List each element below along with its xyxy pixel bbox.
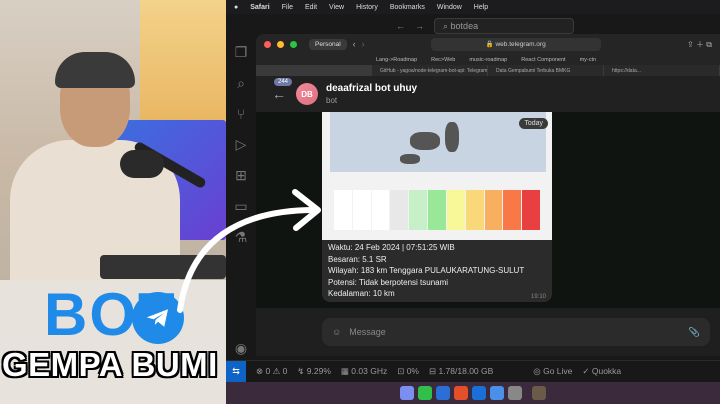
macos-dock bbox=[226, 382, 720, 404]
forward-icon[interactable]: › bbox=[362, 39, 365, 49]
message-line: Potensi: Tidak berpotensi tsunami bbox=[328, 277, 449, 287]
explorer-icon[interactable]: ❐ bbox=[232, 44, 250, 61]
message-line: Waktu: 24 Feb 2024 | 07:51:25 WIB bbox=[328, 243, 455, 252]
lock-icon: 🔒 bbox=[485, 41, 496, 48]
menu-bookmarks[interactable]: Bookmarks bbox=[390, 4, 425, 11]
map-island bbox=[410, 132, 440, 150]
arrow-overlay-icon bbox=[177, 189, 321, 313]
chat-status: bot bbox=[326, 96, 338, 105]
command-center-search[interactable]: ⌕ botdea bbox=[434, 18, 574, 34]
apple-icon[interactable]: ● bbox=[234, 4, 238, 11]
tab-telegram[interactable] bbox=[256, 65, 372, 76]
settings-icon[interactable] bbox=[508, 386, 522, 400]
message-time: 19:10 bbox=[530, 294, 546, 300]
vscode-icon[interactable] bbox=[472, 386, 486, 400]
tab-github[interactable]: GitHub - yagoa/node-telegram-bot-api: Te… bbox=[372, 65, 488, 76]
message-composer[interactable]: ☺ Message 📎 bbox=[322, 318, 710, 346]
browser-toolbar: Personal ‹ › 🔒 web.telegram.org ⇪ ＋ ⧉ bbox=[256, 34, 720, 54]
temperature: ⊡ 0% bbox=[397, 366, 419, 376]
bookmark-item[interactable]: React Component bbox=[521, 57, 565, 63]
message-input[interactable]: Message bbox=[349, 327, 386, 337]
tab-bmkg[interactable]: Data Gempabumi Terbuka BMKG bbox=[488, 65, 604, 76]
tab-data[interactable]: https://data... bbox=[604, 65, 720, 76]
emoji-icon[interactable]: ☺ bbox=[332, 327, 341, 337]
menu-app-safari[interactable]: Safari bbox=[250, 4, 269, 11]
back-icon[interactable]: ‹ bbox=[353, 39, 356, 49]
telegram-chat-header: 244 ← DB deaafrizal bot uhuy bot bbox=[256, 76, 720, 112]
page-tabs: GitHub - yagoa/node-telegram-bot-api: Te… bbox=[256, 65, 720, 76]
macos-menubar: ● Safari File Edit View History Bookmark… bbox=[226, 0, 720, 14]
attach-icon[interactable]: 📎 bbox=[689, 327, 700, 338]
menu-window[interactable]: Window bbox=[437, 4, 462, 11]
message-line: Wilayah: 183 km Tenggara PULAUKARATUNG-S… bbox=[328, 266, 525, 275]
nav-forward-icon[interactable]: → bbox=[415, 21, 424, 31]
safari-icon[interactable] bbox=[490, 386, 504, 400]
map-island bbox=[400, 154, 420, 164]
nav-back-icon[interactable]: ← bbox=[396, 21, 405, 31]
errors-count[interactable]: ⊗ 0 ⚠ 0 bbox=[256, 366, 287, 377]
message-line: Kedalaman: 10 km bbox=[328, 289, 395, 298]
avatar[interactable]: DB bbox=[296, 83, 318, 105]
account-icon[interactable]: ◉ bbox=[232, 340, 250, 357]
whatsapp-icon[interactable] bbox=[418, 386, 432, 400]
go-live-button[interactable]: ◎ Go Live bbox=[533, 366, 572, 377]
zoom-window-button[interactable] bbox=[290, 40, 297, 48]
menu-file[interactable]: File bbox=[282, 4, 293, 11]
source-control-icon[interactable]: ⑂ bbox=[232, 106, 250, 122]
person-hat bbox=[55, 52, 135, 88]
map-island bbox=[445, 122, 459, 152]
cpu-frequency: ▦ 0.03 GHz bbox=[340, 366, 388, 376]
trello-icon[interactable] bbox=[436, 386, 450, 400]
earthquake-map-image[interactable]: Today bbox=[322, 112, 552, 240]
chat-name: deaafrizal bot uhuy bbox=[326, 83, 418, 94]
message-bubble[interactable]: Today Waktu: 24 Feb 2024 | 07:51:25 WIB … bbox=[322, 112, 552, 302]
bookmark-item[interactable]: Lang->Roadmap bbox=[376, 57, 417, 63]
minimize-window-button[interactable] bbox=[277, 40, 284, 48]
finder-icon[interactable] bbox=[400, 386, 414, 400]
intensity-legend bbox=[334, 190, 540, 230]
bookmarks-bar: Lang->Roadmap Rec>Web music-roadmap Reac… bbox=[256, 54, 720, 65]
back-arrow-icon[interactable]: ← bbox=[272, 86, 286, 102]
app-icon[interactable] bbox=[454, 386, 468, 400]
chat-info[interactable]: deaafrizal bot uhuy bot bbox=[318, 83, 417, 105]
search-icon[interactable]: ⌕ bbox=[232, 75, 250, 92]
cpu-usage: ↯ 9.29% bbox=[297, 366, 331, 376]
close-window-button[interactable] bbox=[264, 40, 271, 48]
bookmark-item[interactable]: my-ctn bbox=[580, 57, 597, 63]
profile-button[interactable]: Personal bbox=[309, 38, 347, 50]
unread-badge: 244 bbox=[274, 78, 293, 86]
map-panel bbox=[330, 112, 546, 172]
memory-usage: ⊟ 1.78/18.00 GB bbox=[428, 366, 494, 376]
menu-view[interactable]: View bbox=[329, 4, 344, 11]
bookmark-item[interactable]: Rec>Web bbox=[431, 57, 455, 63]
url-bar[interactable]: 🔒 web.telegram.org bbox=[430, 37, 601, 51]
run-debug-icon[interactable]: ▷ bbox=[232, 136, 250, 153]
screen: BOT GEMPA BUMI ● Safari File Edit View H… bbox=[0, 0, 720, 404]
message-line: Besaran: 5.1 SR bbox=[328, 254, 387, 264]
status-bar: ⇆ ⊗ 0 ⚠ 0 ↯ 9.29% ▦ 0.03 GHz ⊡ 0% ⊟ 1.78… bbox=[226, 360, 720, 383]
menu-edit[interactable]: Edit bbox=[305, 4, 317, 11]
menu-help[interactable]: Help bbox=[474, 4, 488, 11]
search-text: botdea bbox=[450, 21, 479, 31]
trash-icon[interactable] bbox=[532, 386, 546, 400]
menu-history[interactable]: History bbox=[356, 4, 378, 11]
message-text: Waktu: 24 Feb 2024 | 07:51:25 WIB Besara… bbox=[328, 242, 524, 300]
url-text: web.telegram.org bbox=[495, 40, 546, 48]
quokka-button[interactable]: ✓ Quokka bbox=[582, 366, 621, 377]
date-divider: Today bbox=[519, 118, 548, 129]
search-icon: ⌕ bbox=[443, 20, 451, 31]
bookmark-item[interactable]: music-roadmap bbox=[469, 57, 507, 63]
share-icon[interactable]: ⇪ ＋ ⧉ bbox=[687, 39, 712, 50]
remote-icon[interactable]: ⇆ bbox=[226, 360, 246, 383]
gempa-title: GEMPA BUMI bbox=[2, 346, 218, 383]
window-light bbox=[140, 0, 226, 130]
